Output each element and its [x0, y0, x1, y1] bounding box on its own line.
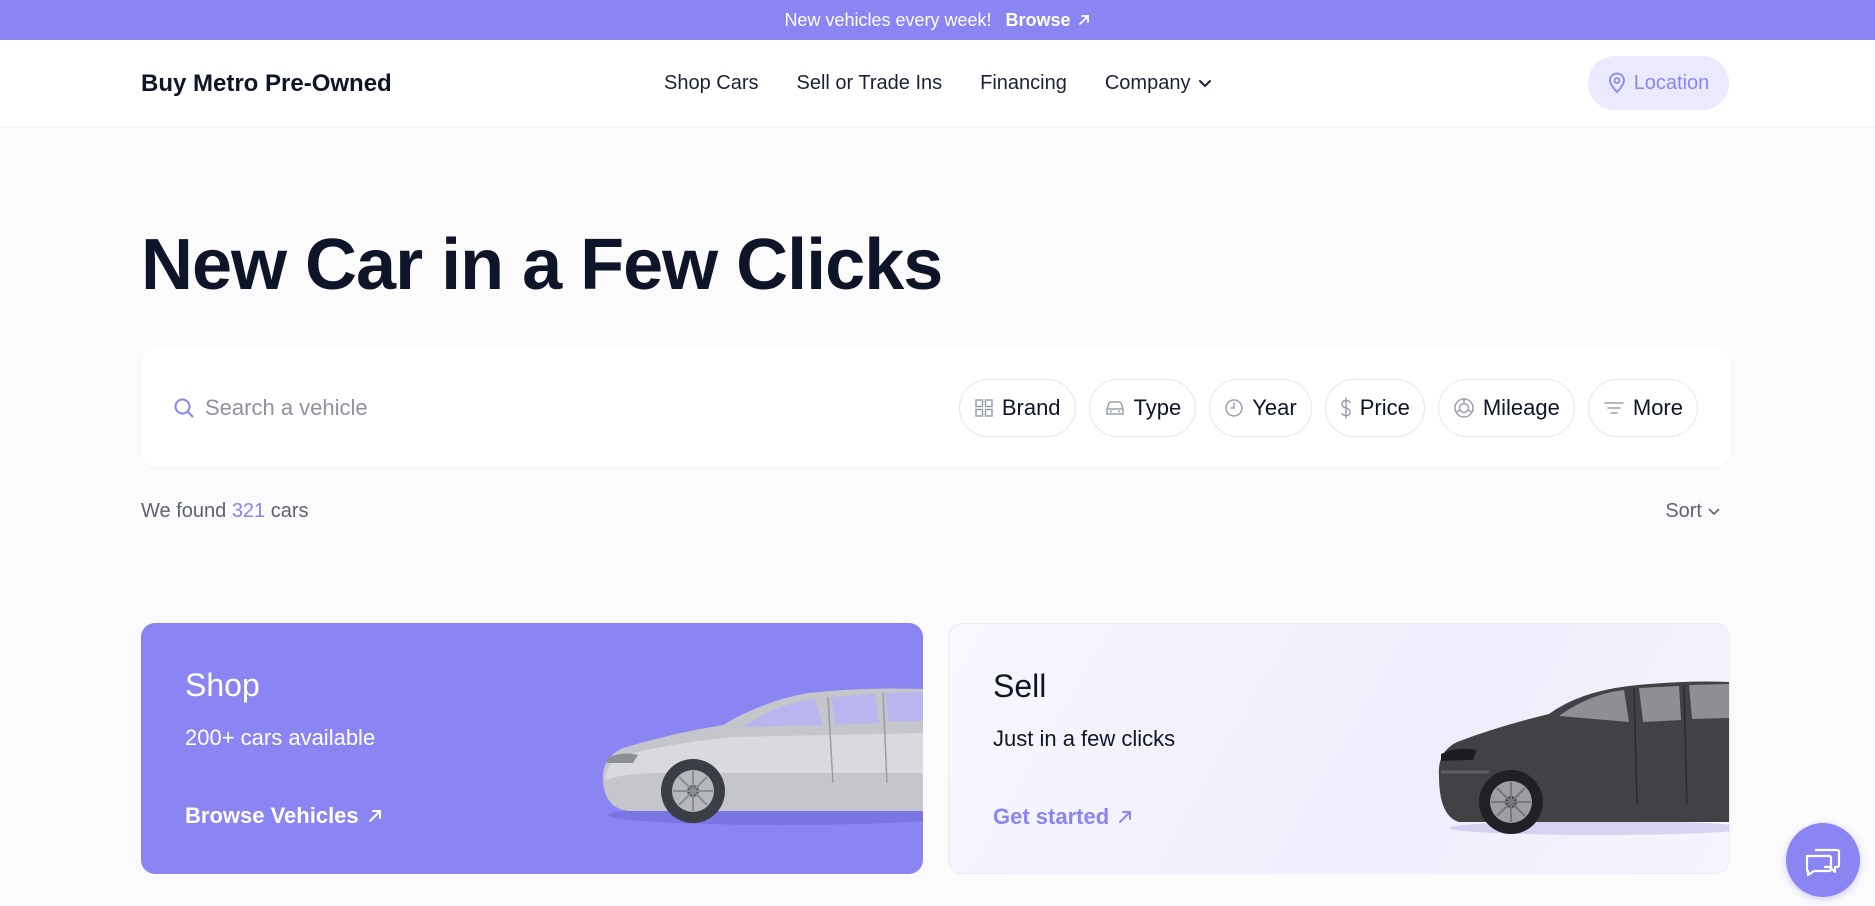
- location-button[interactable]: Location: [1588, 56, 1729, 110]
- sell-card[interactable]: Sell Just in a few clicks Get started: [948, 623, 1730, 874]
- browse-vehicles-link[interactable]: Browse Vehicles: [185, 803, 383, 829]
- browse-vehicles-label: Browse Vehicles: [185, 803, 359, 828]
- filter-mileage-label: Mileage: [1482, 394, 1560, 420]
- sort-dropdown[interactable]: Sort: [1665, 500, 1720, 523]
- search-panel: Brand Type Year Price Mileage More: [141, 348, 1730, 467]
- nav-sell-trade[interactable]: Sell or Trade Ins: [797, 72, 943, 95]
- nav-company[interactable]: Company: [1105, 72, 1213, 95]
- results-number: 321: [231, 500, 266, 522]
- filter-more-label: More: [1632, 394, 1683, 420]
- arrow-up-right-icon: [368, 810, 381, 822]
- filter-year-label: Year: [1252, 394, 1297, 420]
- main-nav: Shop Cars Sell or Trade Ins Financing Co…: [664, 72, 1212, 95]
- filter-mileage[interactable]: Mileage: [1437, 378, 1575, 437]
- results-count: We found 321 cars: [141, 500, 309, 523]
- location-label: Location: [1633, 71, 1710, 94]
- clock-icon: [1225, 398, 1243, 417]
- arrow-up-right-icon: [1078, 15, 1089, 25]
- shop-card[interactable]: Shop 200+ cars available Browse Vehicles: [141, 623, 923, 874]
- search-icon: [174, 398, 194, 417]
- steering-wheel-icon: [1454, 397, 1474, 418]
- filter-price[interactable]: Price: [1324, 378, 1425, 437]
- dark-suv-image: [1438, 681, 1729, 835]
- site-header: Buy Metro Pre-Owned Shop Cars Sell or Tr…: [0, 40, 1875, 127]
- filter-more[interactable]: More: [1587, 378, 1698, 437]
- nav-shop-cars[interactable]: Shop Cars: [664, 72, 759, 95]
- page-title: New Car in a Few Clicks: [141, 225, 943, 305]
- announcement-browse-label: Browse: [1005, 9, 1071, 30]
- car-icon: [1105, 400, 1124, 415]
- chat-bubbles-icon: [1805, 848, 1841, 877]
- chevron-down-icon: [1199, 79, 1212, 87]
- filter-chips: Brand Type Year Price Mileage More: [958, 378, 1698, 437]
- shop-card-title: Shop: [185, 667, 260, 703]
- sort-label: Sort: [1665, 500, 1702, 522]
- shop-card-subtitle: 200+ cars available: [185, 725, 376, 750]
- announcement-bar: New vehicles every week! Browse: [0, 0, 1875, 40]
- filter-type[interactable]: Type: [1088, 378, 1197, 437]
- chat-button[interactable]: [1786, 823, 1860, 897]
- get-started-label: Get started: [993, 804, 1110, 829]
- nav-company-label: Company: [1104, 72, 1191, 94]
- announcement-text: New vehicles every week!: [784, 9, 992, 30]
- filter-type-label: Type: [1133, 394, 1182, 420]
- get-started-link[interactable]: Get started: [993, 804, 1133, 830]
- silver-sedan-image: [602, 688, 923, 825]
- map-pin-icon: [1608, 72, 1625, 94]
- results-suffix: cars: [270, 500, 309, 522]
- dollar-icon: [1340, 396, 1351, 419]
- chevron-down-icon: [1708, 508, 1720, 515]
- search-input[interactable]: [205, 394, 725, 421]
- filter-lines-icon: [1604, 401, 1624, 414]
- announcement-browse-link[interactable]: Browse: [1006, 10, 1091, 31]
- filter-price-label: Price: [1359, 394, 1410, 420]
- sell-card-subtitle: Just in a few clicks: [993, 726, 1176, 751]
- arrow-up-right-icon: [1119, 811, 1132, 823]
- filter-year[interactable]: Year: [1209, 378, 1312, 437]
- filter-brand[interactable]: Brand: [958, 378, 1076, 437]
- filter-brand-label: Brand: [1001, 394, 1061, 420]
- results-prefix: We found: [141, 500, 227, 522]
- brand-logo[interactable]: Buy Metro Pre-Owned: [141, 70, 392, 98]
- sell-card-title: Sell: [993, 668, 1047, 704]
- search-field: [173, 394, 725, 421]
- grid-icon: [975, 398, 993, 417]
- nav-financing[interactable]: Financing: [980, 72, 1067, 95]
